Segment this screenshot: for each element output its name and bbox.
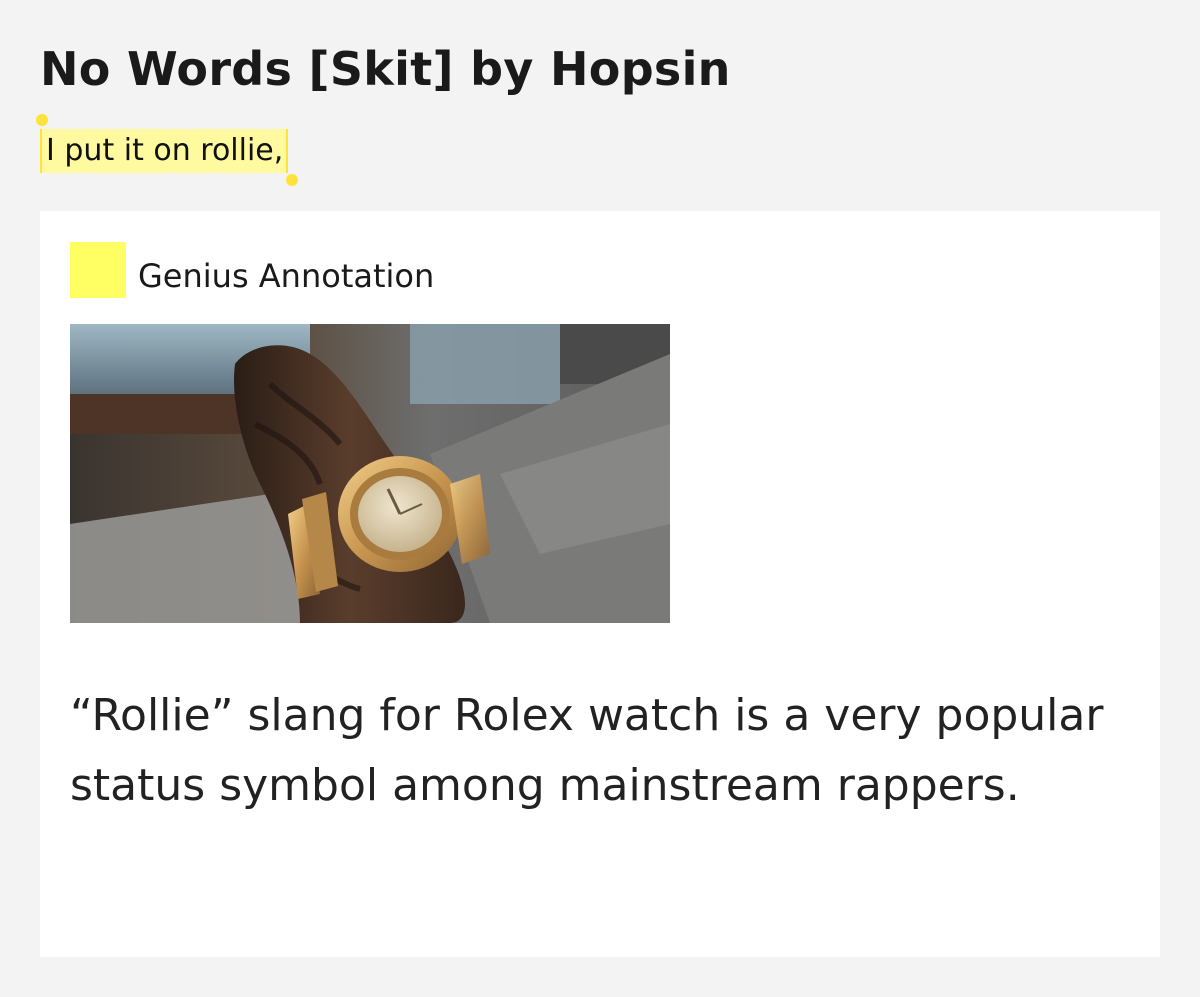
- annotation-card: Genius Annotation “Rollie” slang for Rol…: [40, 211, 1160, 957]
- song-title: No Words [Skit] by Hopsin: [40, 42, 731, 96]
- annotation-header: Genius Annotation: [70, 242, 434, 298]
- selection-start-handle[interactable]: [36, 114, 48, 126]
- highlighted-lyric[interactable]: I put it on rollie,: [40, 129, 289, 173]
- lyric-selection[interactable]: I put it on rollie,: [36, 114, 299, 186]
- annotation-swatch-icon: [70, 242, 126, 298]
- annotation-image: [70, 324, 670, 623]
- annotation-body: “Rollie” slang for Rolex watch is a very…: [70, 690, 1104, 811]
- selection-end-handle[interactable]: [286, 174, 299, 186]
- annotation-label: Genius Annotation: [138, 257, 435, 295]
